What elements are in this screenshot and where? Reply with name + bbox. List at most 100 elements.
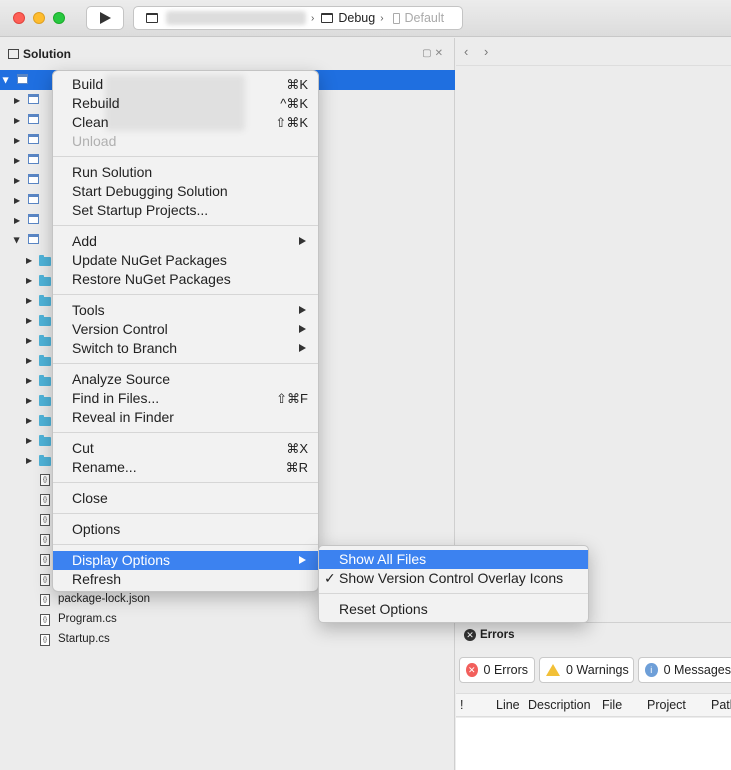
project-icon [28, 134, 39, 144]
project-icon [28, 154, 39, 164]
close-window-button[interactable] [13, 12, 25, 24]
expand-arrow-icon[interactable]: ▶ [26, 416, 32, 425]
warnings-filter-button[interactable]: 0 Warnings [539, 657, 634, 683]
configuration-label[interactable]: Debug [338, 11, 375, 25]
menu-item-switch-to-branch[interactable]: Switch to Branch [53, 339, 318, 358]
menu-separator [53, 544, 318, 545]
menu-item-shortcut: ⌘R [285, 460, 308, 475]
expand-arrow-icon[interactable]: ▶ [14, 176, 20, 185]
column-header[interactable]: Path [711, 698, 731, 712]
expand-arrow-icon[interactable]: ▶ [26, 296, 32, 305]
expand-arrow-icon[interactable]: ▶ [26, 316, 32, 325]
menu-item-clean[interactable]: Clean ⇧⌘K [53, 113, 318, 132]
project-icon [28, 234, 39, 244]
menu-item-label: Clean [72, 114, 109, 130]
display-options-submenu: Show All Files ✓ Show Version Control Over… [318, 545, 589, 623]
menu-item-add[interactable]: Add [53, 232, 318, 251]
menu-item-label: Run Solution [72, 164, 153, 180]
expand-arrow-icon[interactable]: ▶ [26, 436, 32, 445]
menu-item-cut[interactable]: Cut ⌘X [53, 439, 318, 458]
menu-item-start-debugging-solution[interactable]: Start Debugging Solution [53, 182, 318, 201]
menu-item-refresh[interactable]: Refresh [53, 570, 318, 589]
menu-item-version-control[interactable]: Version Control [53, 320, 318, 339]
menu-item-rebuild[interactable]: Rebuild ^⌘K [53, 94, 318, 113]
submenu-item-reset-options[interactable]: Reset Options [319, 600, 588, 619]
file-icon: {} [40, 594, 50, 606]
play-icon [100, 12, 111, 24]
expand-arrow-icon[interactable]: ▶ [14, 156, 20, 165]
menu-item-run-solution[interactable]: Run Solution [53, 163, 318, 182]
file-icon: {} [40, 614, 50, 626]
errors-filter-button[interactable]: ✕ 0 Errors [459, 657, 535, 683]
menu-item-label: Set Startup Projects... [72, 202, 209, 218]
file-icon: {} [40, 514, 50, 526]
zoom-window-button[interactable] [53, 12, 65, 24]
file-name: package-lock.json [58, 593, 151, 605]
file-item[interactable]: {} Startup.cs [0, 630, 455, 650]
menu-separator [53, 363, 318, 364]
menu-item-options[interactable]: Options [53, 520, 318, 539]
expand-arrow-icon[interactable]: ▶ [26, 396, 32, 405]
expanded-arrow-icon[interactable]: ▶ [2, 77, 11, 83]
column-header[interactable]: File [602, 698, 622, 712]
project-icon [28, 194, 39, 204]
folder-icon [39, 455, 51, 466]
menu-item-close[interactable]: Close [53, 489, 318, 508]
run-configuration-bar[interactable]: › Debug › Default [133, 6, 463, 30]
menu-item-reveal-in-finder[interactable]: Reveal in Finder [53, 408, 318, 427]
warning-icon [546, 664, 560, 676]
menu-item-build[interactable]: Build ⌘K [53, 75, 318, 94]
file-icon: {} [40, 534, 50, 546]
menu-item-label: Build [72, 76, 104, 92]
back-arrow-icon[interactable]: ‹ [464, 44, 468, 59]
expand-arrow-icon[interactable]: ▶ [26, 276, 32, 285]
menu-item-shortcut: ⇧⌘F [276, 391, 308, 406]
solution-context-menu: Build ⌘K Rebuild ^⌘K Clean ⇧⌘K Unload Run Solut… [52, 70, 319, 592]
expand-arrow-icon[interactable]: ▶ [26, 456, 32, 465]
expand-arrow-icon[interactable]: ▶ [26, 256, 32, 265]
expand-arrow-icon[interactable]: ▶ [14, 196, 20, 205]
submenu-item-show-all-files[interactable]: Show All Files [319, 550, 588, 569]
column-header[interactable]: Line [496, 698, 520, 712]
errors-pane-header: ✕ Errors [464, 629, 515, 641]
minimize-window-button[interactable] [33, 12, 45, 24]
menu-item-restore-nuget-packages[interactable]: Restore NuGet Packages [53, 270, 318, 289]
menu-item-label: Unload [72, 133, 117, 149]
file-icon: {} [40, 554, 50, 566]
solution-pane-header: Solution ▢✕ [0, 38, 454, 70]
column-header[interactable]: Project [647, 698, 686, 712]
column-header[interactable]: Description [528, 698, 591, 712]
expand-arrow-icon[interactable]: ▶ [14, 116, 20, 125]
menu-item-display-options[interactable]: Display Options [53, 551, 318, 570]
expand-arrow-icon[interactable]: ▶ [14, 216, 20, 225]
submenu-item-show-version-control-overlay-icons[interactable]: ✓ Show Version Control Overlay Icons [319, 569, 588, 588]
menu-item-update-nuget-packages[interactable]: Update NuGet Packages [53, 251, 318, 270]
expanded-arrow-icon[interactable]: ▶ [13, 237, 22, 243]
messages-filter-button[interactable]: i 0 Messages [638, 657, 731, 683]
device-label[interactable]: Default [405, 11, 445, 25]
expand-arrow-icon[interactable]: ▶ [14, 96, 20, 105]
redacted-project-name [166, 11, 306, 25]
run-button[interactable] [86, 6, 124, 30]
expand-arrow-icon[interactable]: ▶ [14, 136, 20, 145]
menu-item-label: Reveal in Finder [72, 409, 174, 425]
forward-arrow-icon[interactable]: › [484, 44, 488, 59]
menu-item-rename[interactable]: Rename... ⌘R [53, 458, 318, 477]
menu-item-label: Close [72, 490, 108, 506]
menu-separator [53, 482, 318, 483]
folder-icon [39, 355, 51, 366]
menu-item-label: Rename... [72, 459, 137, 475]
column-header[interactable]: ! [460, 698, 463, 712]
menu-item-tools[interactable]: Tools [53, 301, 318, 320]
menu-item-find-in-files[interactable]: Find in Files... ⇧⌘F [53, 389, 318, 408]
expand-arrow-icon[interactable]: ▶ [26, 356, 32, 365]
menu-item-set-startup-projects[interactable]: Set Startup Projects... [53, 201, 318, 220]
menu-item-analyze-source[interactable]: Analyze Source [53, 370, 318, 389]
menu-item-label: Cut [72, 440, 94, 456]
expand-arrow-icon[interactable]: ▶ [26, 376, 32, 385]
pane-controls-icon[interactable]: ▢✕ [422, 48, 446, 59]
device-icon [392, 12, 400, 24]
close-circle-icon[interactable]: ✕ [464, 629, 476, 641]
menu-item-label: Update NuGet Packages [72, 252, 227, 268]
expand-arrow-icon[interactable]: ▶ [26, 336, 32, 345]
